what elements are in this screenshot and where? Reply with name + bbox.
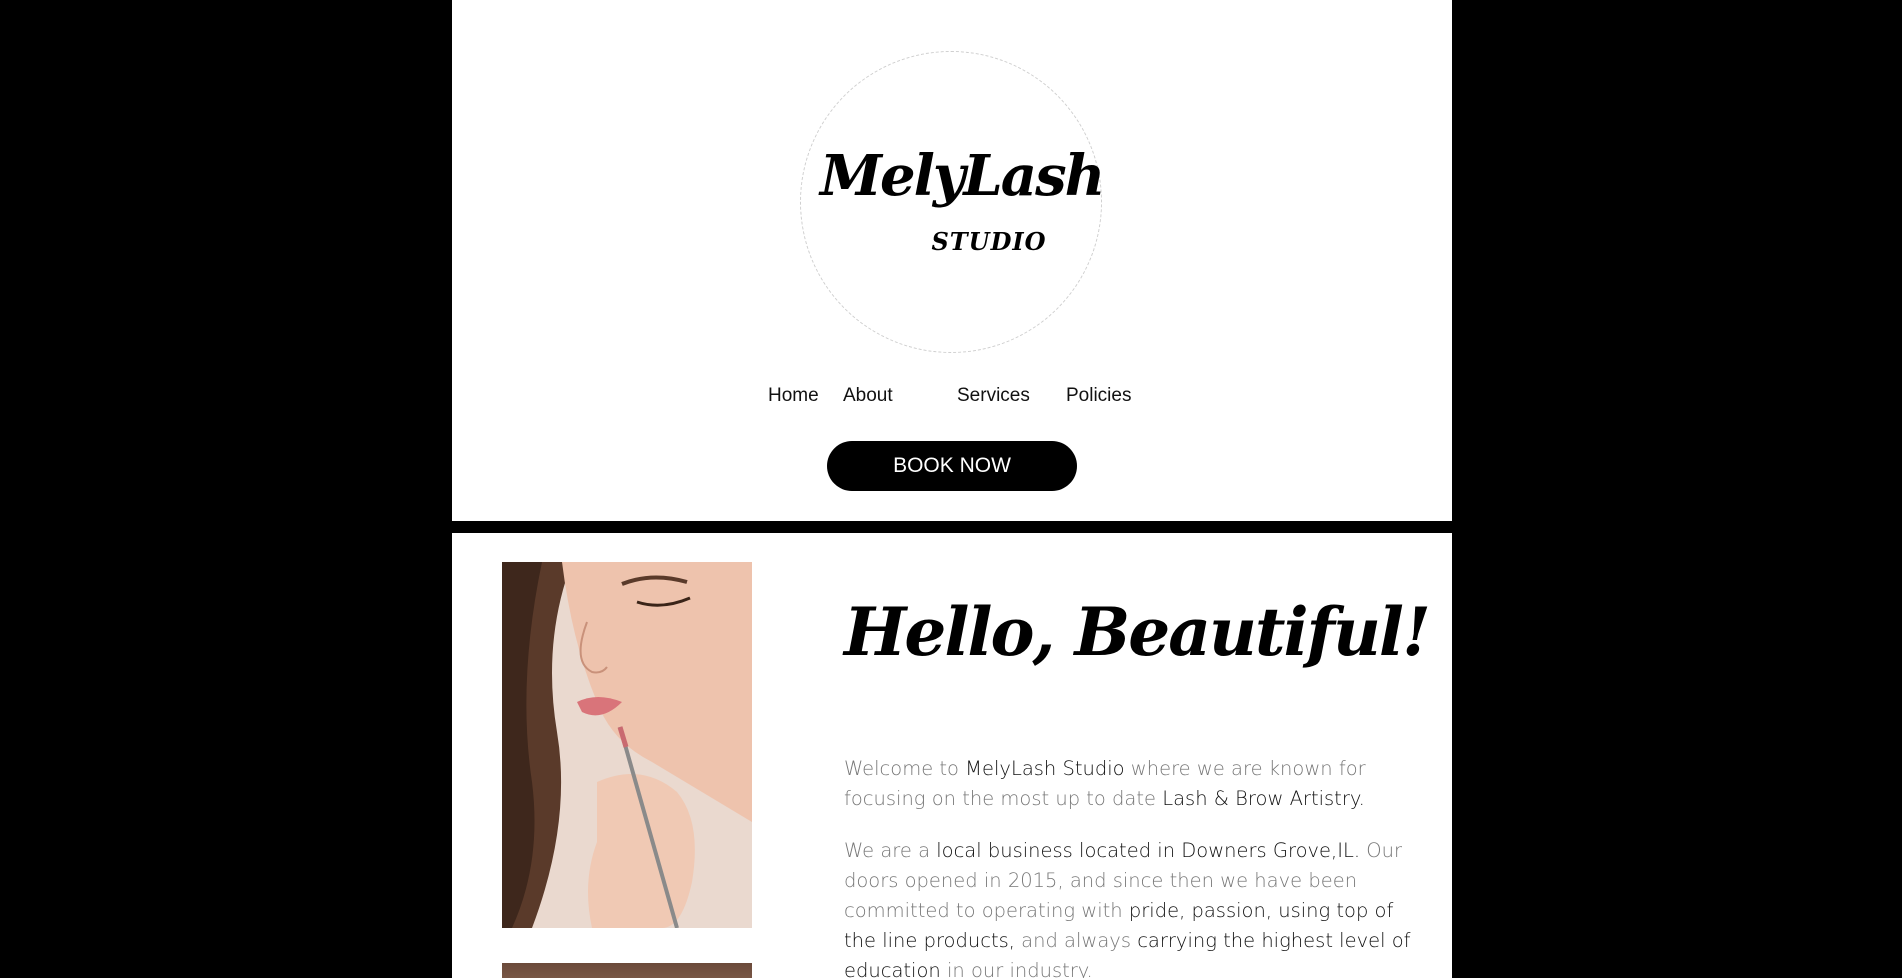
para1-emphasis-2: Lash & Brow Artistry. <box>1162 787 1365 810</box>
para2-text-1: We are a <box>844 839 937 862</box>
nav-item-policies[interactable]: Policies <box>1066 385 1131 407</box>
para2-emphasis-1: local business located in Downers Grove,… <box>936 839 1361 862</box>
para1-emphasis-1: MelyLash Studio <box>965 757 1125 780</box>
site-header: MelyLash STUDIO Home About Services Poli… <box>452 0 1452 521</box>
main-nav: Home About Services Policies <box>452 385 1452 409</box>
nav-item-home[interactable]: Home <box>768 385 819 407</box>
nav-item-services[interactable]: Services <box>957 385 1030 407</box>
about-paragraph: We are a local business located in Downe… <box>844 836 1414 978</box>
second-photo <box>502 963 752 978</box>
photo-illustration <box>502 562 752 928</box>
para1-text-1: Welcome to <box>844 757 966 780</box>
logo-wordmark[interactable]: MelyLash <box>820 148 1105 204</box>
welcome-heading: Hello, Beautiful! <box>844 593 1431 671</box>
lip-makeup-photo <box>502 562 752 928</box>
page: MelyLash STUDIO Home About Services Poli… <box>452 0 1452 978</box>
para2-text-4: in our industry. <box>940 959 1093 978</box>
para2-text-3: and always <box>1014 929 1138 952</box>
book-now-button[interactable]: BOOK NOW <box>827 441 1077 491</box>
nav-item-about[interactable]: About <box>843 385 893 407</box>
logo-subtitle[interactable]: STUDIO <box>924 230 1054 254</box>
welcome-paragraph: Welcome to MelyLash Studio where we are … <box>844 754 1414 814</box>
welcome-section: Hello, Beautiful! Welcome to MelyLash St… <box>452 533 1452 978</box>
